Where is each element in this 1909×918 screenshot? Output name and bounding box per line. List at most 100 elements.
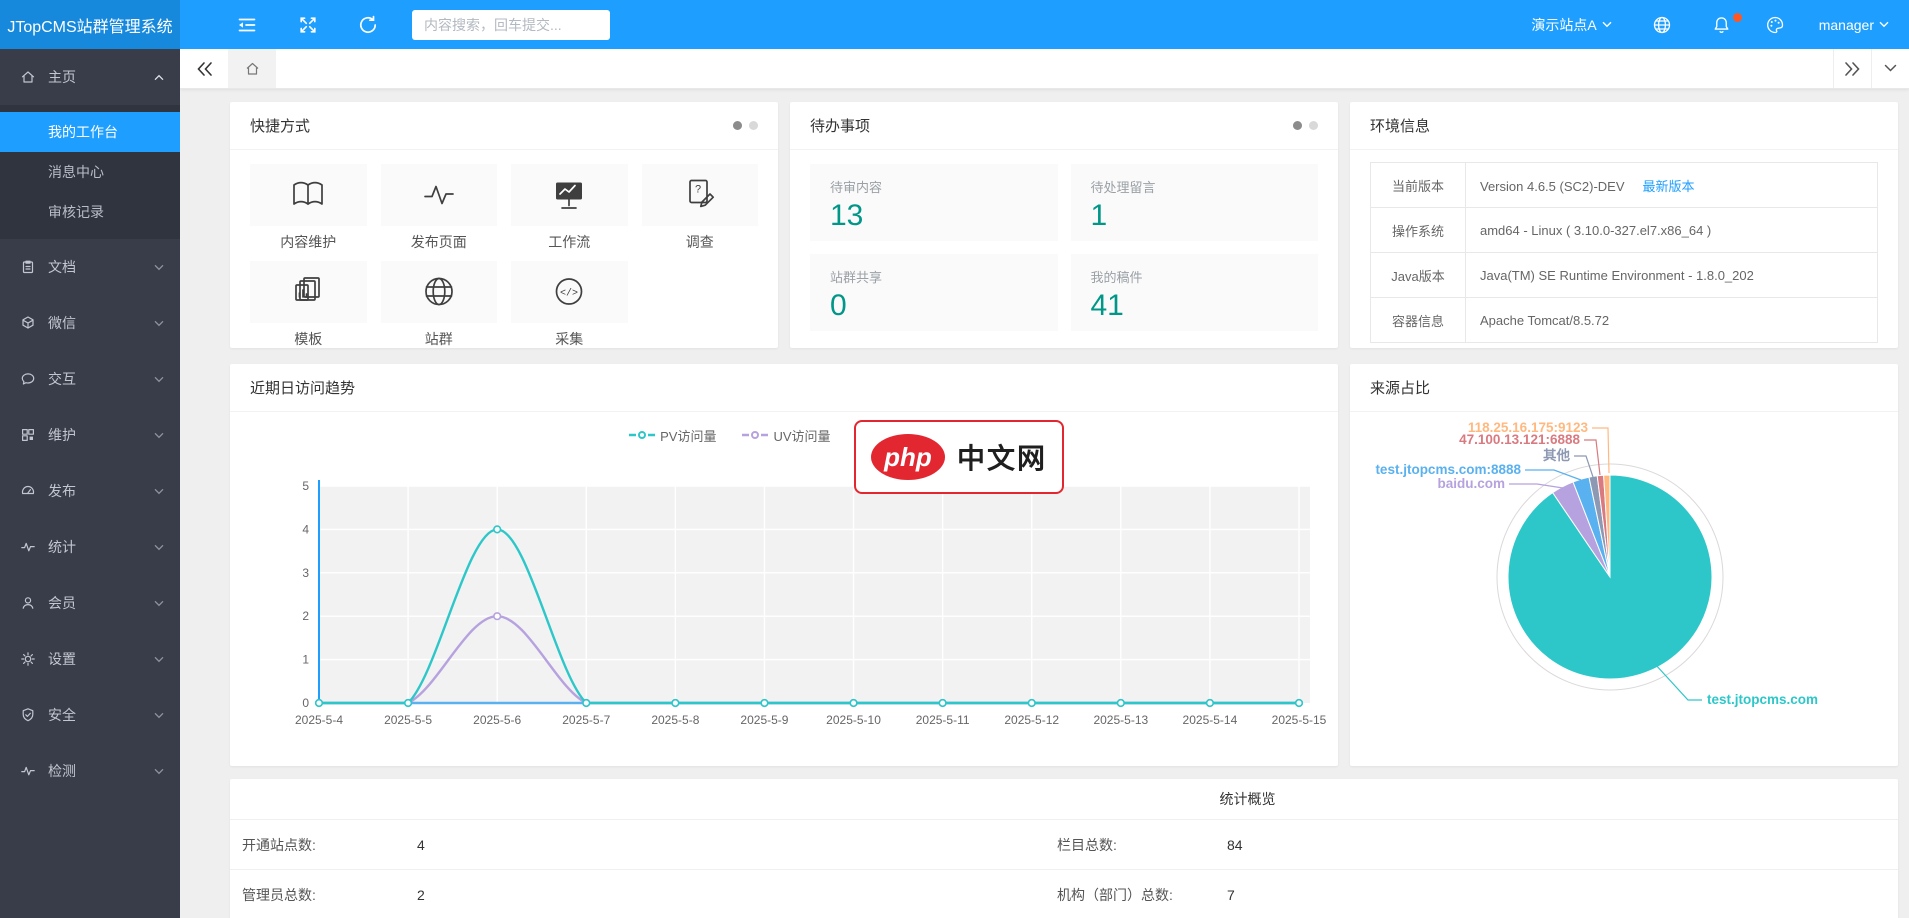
overview-rows: 开通站点数:4栏目总数:84管理员总数:2机构（部门）总数:7: [230, 820, 1898, 918]
site-selector-label: 演示站点A: [1531, 15, 1596, 35]
environment-card: 环境信息 当前版本Version 4.6.5 (SC2)-DEV最新版本操作系统…: [1350, 102, 1898, 348]
trend-card: 近期日访问趋势 PV访问量UV访问量IP访问量 0123452025-5-420…: [230, 364, 1338, 766]
trend-legend: PV访问量UV访问量IP访问量: [230, 426, 1338, 444]
tabs-scroll-right-icon[interactable]: [1833, 49, 1871, 88]
chevron-down-icon: [154, 544, 164, 551]
sidebar-item-会员[interactable]: 会员: [0, 575, 180, 631]
shortcut-模板[interactable]: 模板: [250, 261, 367, 348]
todo-stat-站群共享: 站群共享0: [810, 254, 1058, 331]
sidebar-item-文档[interactable]: 文档: [0, 239, 180, 295]
svg-text:test.jtopcms.com:8888: test.jtopcms.com:8888: [1375, 462, 1521, 477]
grid-icon: [20, 427, 36, 443]
shortcut-采集[interactable]: </>采集: [511, 261, 628, 348]
overview-label: 栏目总数:: [1057, 835, 1227, 855]
svg-text:test.jtopcms.com: test.jtopcms.com: [1707, 692, 1818, 707]
shortcut-grid: 内容维护发布页面工作流?调查模板站群</>采集: [230, 150, 778, 348]
chevron-down-icon: [1602, 21, 1612, 28]
php-watermark-text: 中文网: [957, 437, 1047, 477]
legend-label: PV访问量: [660, 426, 716, 445]
sidebar-item-安全[interactable]: 安全: [0, 687, 180, 743]
svg-text:2025-5-14: 2025-5-14: [1183, 713, 1238, 727]
overview-label: 管理员总数:: [242, 885, 417, 905]
overview-value: 2: [417, 887, 1057, 903]
fullscreen-icon[interactable]: [298, 15, 318, 35]
carousel-dots: [1293, 121, 1318, 130]
sidebar-item-label: 微信: [48, 313, 154, 333]
carousel-dot-active[interactable]: [733, 121, 742, 130]
username: manager: [1819, 17, 1874, 33]
overview-value: 4: [417, 837, 1057, 853]
comment-icon: [20, 371, 36, 387]
overview-card: 统计概览 开通站点数:4栏目总数:84管理员总数:2机构（部门）总数:7: [230, 779, 1898, 918]
sidebar-item-label: 文档: [48, 257, 154, 277]
carousel-dot[interactable]: [749, 121, 758, 130]
sidebar: 主页我的工作台消息中心审核记录文档微信交互维护发布统计会员设置安全检测: [0, 49, 180, 918]
env-value: Java(TM) SE Runtime Environment - 1.8.0_…: [1466, 253, 1878, 298]
sidebar-item-label: 会员: [48, 593, 154, 613]
chevron-down-icon: [154, 488, 164, 495]
shortcut-label: 内容维护: [250, 232, 367, 252]
shortcut-工作流[interactable]: 工作流: [511, 164, 628, 252]
tabs-scroll-left-icon[interactable]: [180, 49, 228, 88]
tabs-menu-icon[interactable]: [1871, 49, 1909, 88]
sidebar-item-统计[interactable]: 统计: [0, 519, 180, 575]
sidebar-item-label: 发布: [48, 481, 154, 501]
notifications-bell-icon[interactable]: [1712, 15, 1731, 35]
language-globe-icon[interactable]: [1652, 15, 1672, 35]
site-selector[interactable]: 演示站点A: [1531, 15, 1611, 35]
sources-pie-svg[interactable]: test.jtopcms.combaidu.comtest.jtopcms.co…: [1350, 412, 1898, 764]
user-menu[interactable]: manager: [1819, 17, 1889, 33]
svg-text:1: 1: [302, 653, 309, 667]
sidebar-item-微信[interactable]: 微信: [0, 295, 180, 351]
carousel-dot-active[interactable]: [1293, 121, 1302, 130]
todo-grid: 待审内容13待处理留言1站群共享0我的稿件41: [790, 150, 1338, 345]
refresh-icon[interactable]: [358, 15, 378, 35]
sidebar-item-设置[interactable]: 设置: [0, 631, 180, 687]
sidebar-item-维护[interactable]: 维护: [0, 407, 180, 463]
shortcut-内容维护[interactable]: 内容维护: [250, 164, 367, 252]
stat-value: 1: [1091, 199, 1299, 233]
tab-home[interactable]: [228, 49, 276, 88]
todo-stat-待审内容: 待审内容13: [810, 164, 1058, 241]
search-input[interactable]: [412, 10, 610, 40]
sidebar-subitem-消息中心[interactable]: 消息中心: [0, 152, 180, 192]
sidebar-item-label: 主页: [48, 67, 154, 87]
shortcut-调查[interactable]: ?调查: [642, 164, 759, 252]
globe40-icon: [381, 261, 498, 323]
chevron-down-icon: [154, 656, 164, 663]
sidebar-item-发布[interactable]: 发布: [0, 463, 180, 519]
env-value: amd64 - Linux ( 3.10.0-327.el7.x86_64 ): [1466, 208, 1878, 253]
shortcuts-card-title: 快捷方式: [250, 115, 310, 136]
chevron-down-icon: [154, 768, 164, 775]
theme-palette-icon[interactable]: [1765, 15, 1785, 35]
latest-version-link[interactable]: 最新版本: [1643, 179, 1695, 194]
content-search: [412, 10, 610, 40]
chevron-up-icon: [154, 74, 164, 81]
overview-row: 开通站点数:4栏目总数:84: [230, 820, 1898, 870]
todos-card-title: 待办事项: [810, 115, 870, 136]
sidebar-item-检测[interactable]: 检测: [0, 743, 180, 799]
survey-icon: ?: [642, 164, 759, 226]
environment-card-title: 环境信息: [1370, 115, 1430, 136]
topbar: JTopCMS站群管理系统 演示站点A: [0, 0, 1909, 49]
sidebar-subitem-我的工作台[interactable]: 我的工作台: [0, 112, 180, 152]
home-icon: [244, 61, 261, 77]
user-icon: [20, 595, 36, 611]
chevron-down-icon: [154, 600, 164, 607]
svg-text:2025-5-10: 2025-5-10: [826, 713, 881, 727]
shortcut-发布页面[interactable]: 发布页面: [381, 164, 498, 252]
stat-label: 站群共享: [830, 267, 1038, 286]
legend-item-UV访问量[interactable]: UV访问量: [742, 426, 830, 445]
carousel-dot[interactable]: [1309, 121, 1318, 130]
shortcut-站群[interactable]: 站群: [381, 261, 498, 348]
legend-item-PV访问量[interactable]: PV访问量: [629, 426, 716, 445]
sidebar-toggle-icon[interactable]: [236, 14, 258, 36]
legend-marker-icon: [629, 430, 655, 440]
trend-chart-svg[interactable]: 0123452025-5-42025-5-52025-5-62025-5-720…: [230, 452, 1338, 742]
sidebar-item-主页[interactable]: 主页: [0, 49, 180, 105]
stat-value: 41: [1091, 289, 1299, 323]
sidebar-subitem-审核记录[interactable]: 审核记录: [0, 192, 180, 232]
svg-text:2025-5-4: 2025-5-4: [295, 713, 343, 727]
sidebar-item-交互[interactable]: 交互: [0, 351, 180, 407]
svg-text:118.25.16.175:9123: 118.25.16.175:9123: [1468, 420, 1589, 435]
